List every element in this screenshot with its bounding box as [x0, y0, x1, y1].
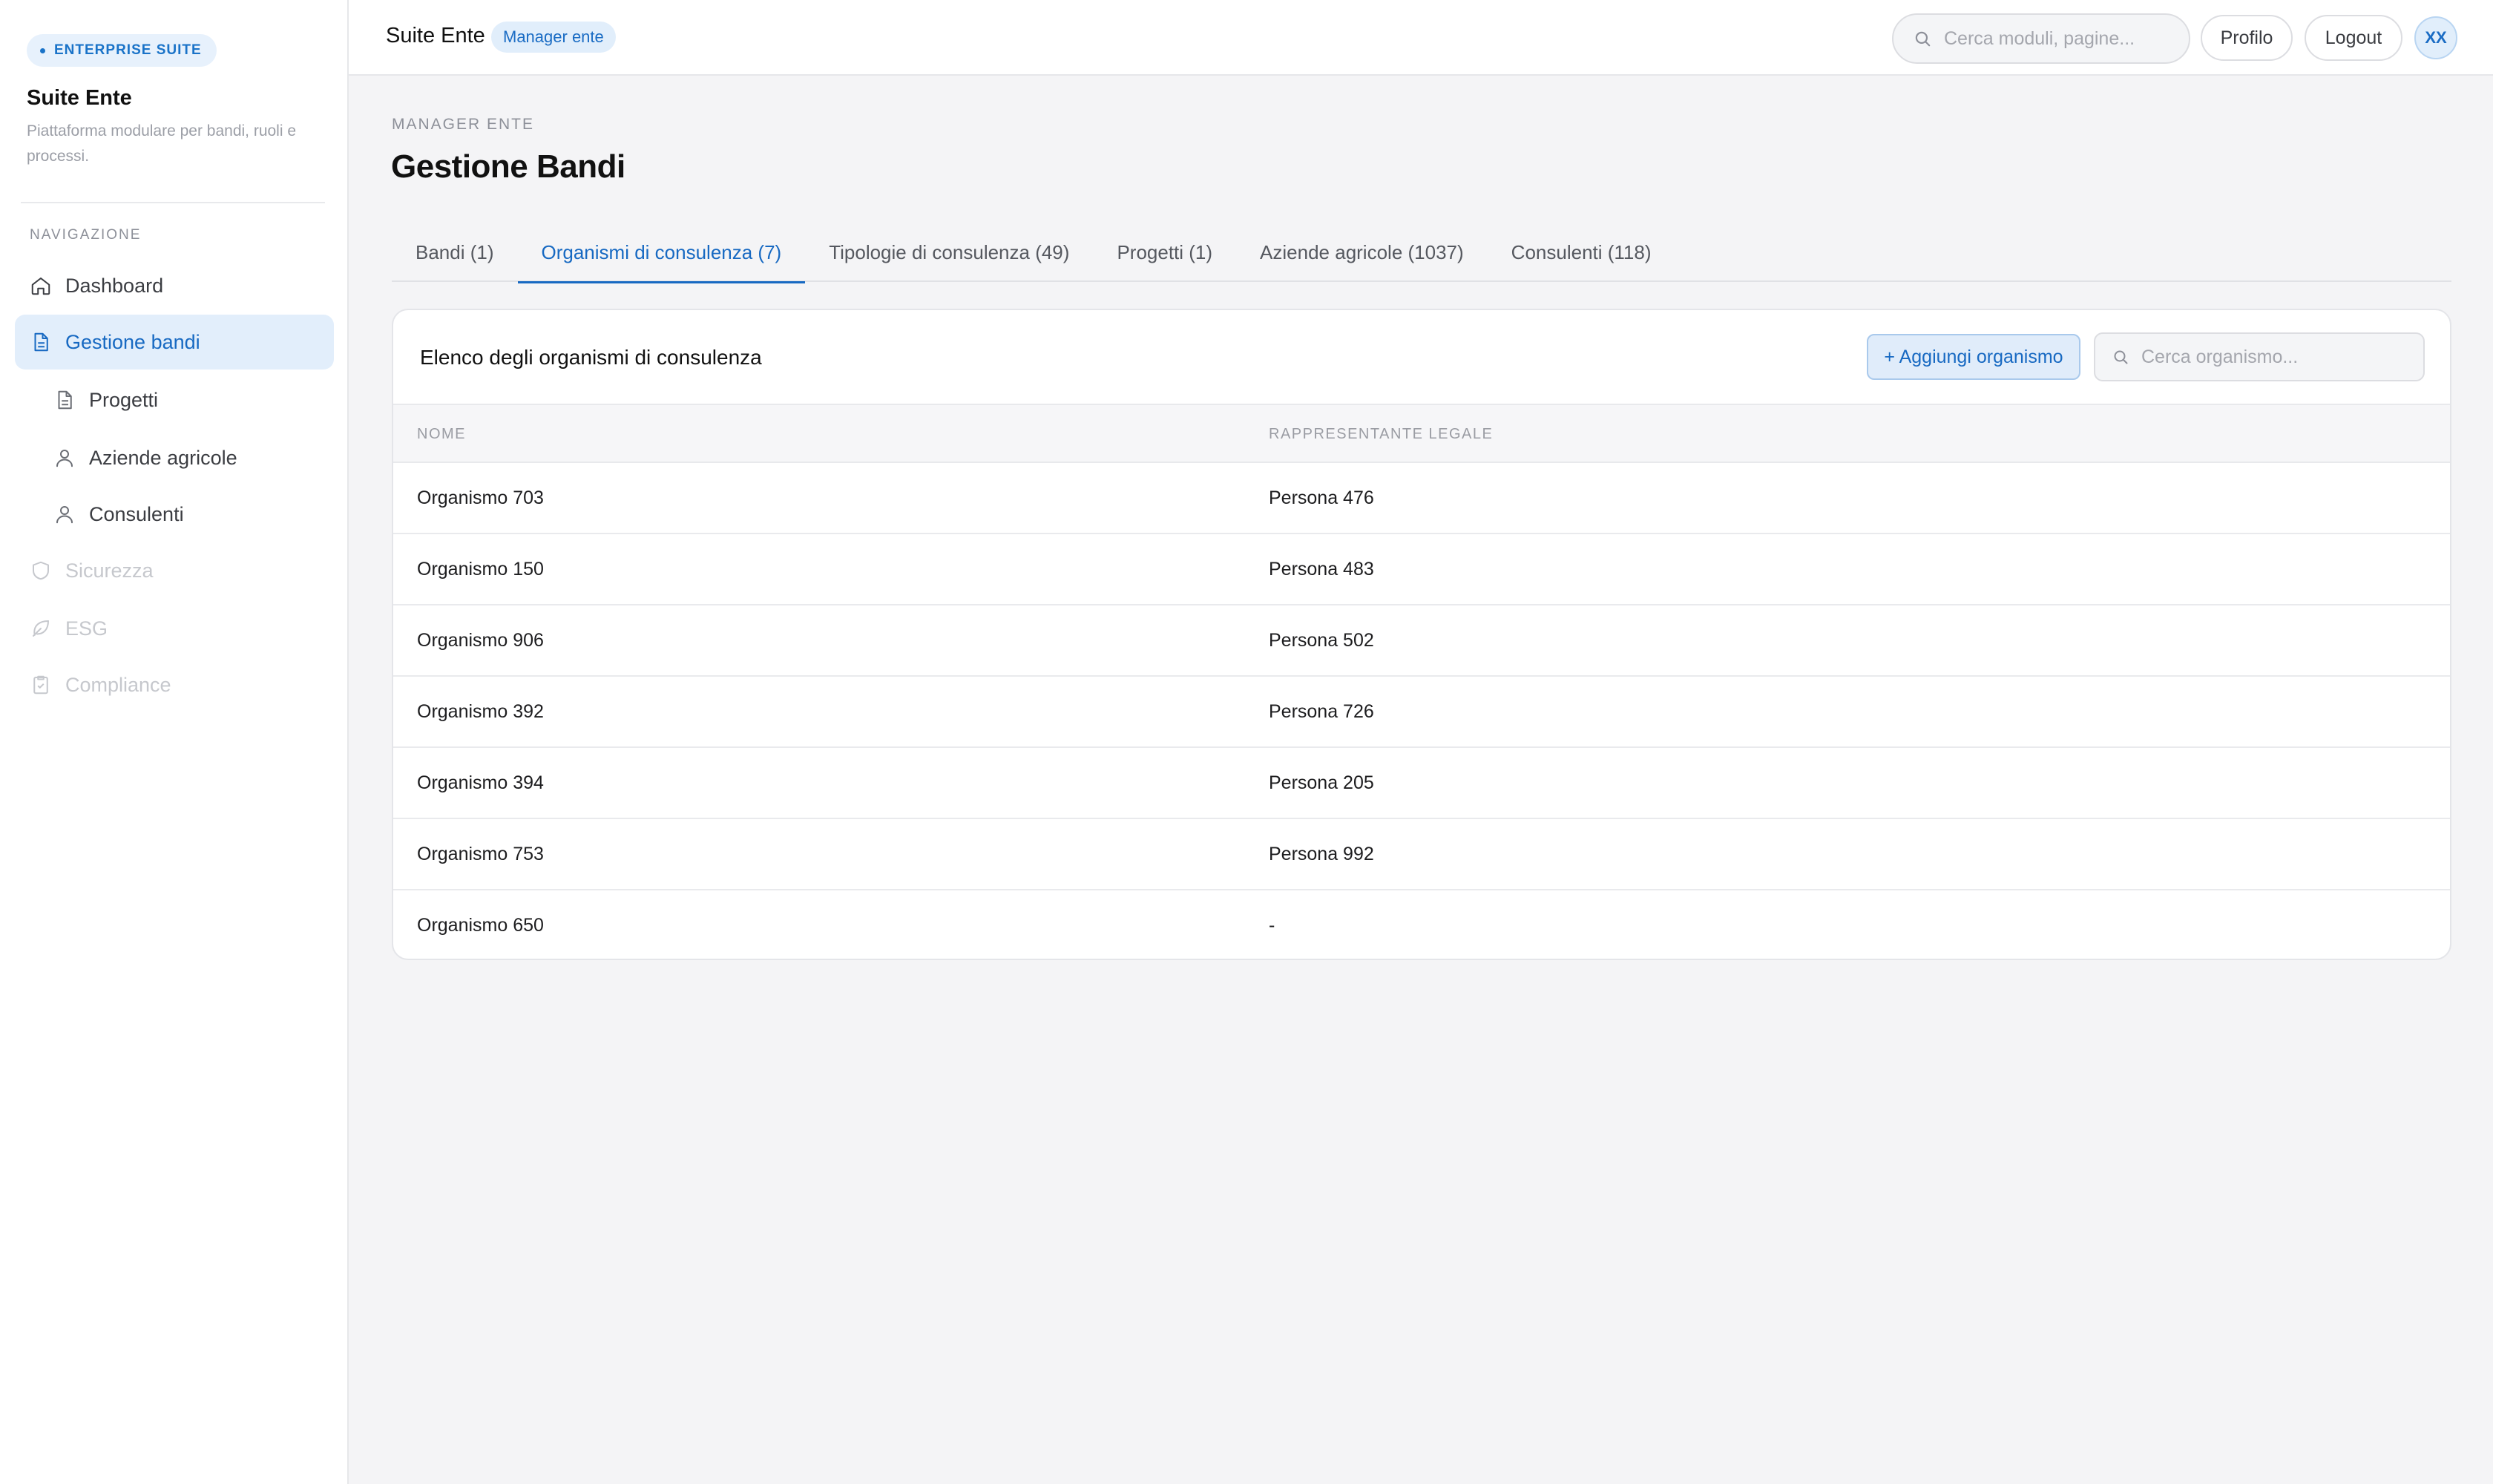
- sidebar-item-sicurezza: Sicurezza: [30, 543, 326, 598]
- table-row[interactable]: Organismo 703 Persona 476: [393, 463, 2450, 534]
- table-row[interactable]: Organismo 394 Persona 205: [393, 748, 2450, 819]
- suite-badge: ENTERPRISE SUITE: [27, 34, 217, 67]
- user-icon: [53, 503, 76, 525]
- cell-nome: Organismo 394: [417, 772, 544, 793]
- suite-badge-label: ENTERPRISE SUITE: [54, 42, 202, 58]
- table-row[interactable]: Organismo 150 Persona 483: [393, 534, 2450, 605]
- cell-rappresentante: -: [1269, 915, 1275, 936]
- cell-rappresentante: Persona 476: [1269, 487, 1374, 508]
- card-title: Elenco degli organismi di consulenza: [420, 346, 762, 369]
- logout-button[interactable]: Logout: [2305, 15, 2402, 61]
- badge-dot: [40, 47, 45, 53]
- profile-button[interactable]: Profilo: [2201, 15, 2293, 61]
- search-icon: [1913, 29, 1932, 48]
- search-icon: [2112, 348, 2129, 366]
- cell-rappresentante: Persona 483: [1269, 559, 1374, 580]
- cell-rappresentante: Persona 205: [1269, 772, 1374, 793]
- column-header-nome: NOME: [417, 426, 466, 442]
- sidebar-item-esg: ESG: [30, 601, 326, 656]
- table-header: NOME RAPPRESENTANTE LEGALE: [393, 404, 2450, 463]
- sidebar-item-label: Consulenti: [89, 502, 184, 525]
- page-eyebrow: MANAGER ENTE: [392, 116, 535, 133]
- sidebar: ENTERPRISE SUITE Suite Ente Piattaforma …: [0, 0, 349, 1484]
- sidebar-item-label: Dashboard: [65, 274, 164, 297]
- shield-icon: [30, 559, 52, 582]
- leaf-icon: [30, 617, 52, 640]
- card-header: Elenco degli organismi di consulenza + A…: [393, 310, 2450, 404]
- cell-rappresentante: Persona 502: [1269, 630, 1374, 651]
- user-icon: [53, 447, 76, 469]
- sidebar-item-label: Compliance: [65, 673, 171, 696]
- table-row[interactable]: Organismo 650 -: [393, 890, 2450, 959]
- brand-subtitle: Piattaforma modulare per bandi, ruoli e …: [27, 122, 297, 165]
- topbar-title: Suite Ente: [386, 24, 485, 47]
- tab-tipologie-di-consulenza[interactable]: Tipologie di consulenza (49): [805, 223, 1093, 282]
- organismo-search-input[interactable]: Cerca organismo...: [2094, 332, 2425, 381]
- cell-nome: Organismo 150: [417, 559, 544, 580]
- home-icon: [30, 275, 52, 297]
- tab-organismi-di-consulenza[interactable]: Organismi di consulenza (7): [517, 223, 806, 283]
- document-icon: [30, 331, 52, 353]
- sidebar-item-consulenti[interactable]: Consulenti: [53, 487, 321, 542]
- tab-bandi[interactable]: Bandi (1): [392, 223, 518, 282]
- table-row[interactable]: Organismo 392 Persona 726: [393, 677, 2450, 748]
- cell-nome: Organismo 906: [417, 630, 544, 651]
- document-icon: [53, 389, 76, 411]
- cell-nome: Organismo 392: [417, 701, 544, 722]
- table-row[interactable]: Organismo 753 Persona 992: [393, 819, 2450, 890]
- sidebar-item-aziende-agricole[interactable]: Aziende agricole: [53, 430, 321, 485]
- tab-aziende-agricole[interactable]: Aziende agricole (1037): [1236, 223, 1488, 282]
- tab-bar: Bandi (1) Organismi di consulenza (7) Ti…: [392, 223, 2451, 283]
- page-title: Gestione Bandi: [391, 148, 625, 185]
- role-badge: Manager ente: [491, 22, 616, 53]
- sidebar-item-label: Progetti: [89, 388, 159, 411]
- organismo-search-placeholder: Cerca organismo...: [2141, 346, 2299, 367]
- sidebar-item-label: Sicurezza: [65, 559, 154, 582]
- cell-nome: Organismo 753: [417, 844, 544, 864]
- table-body: Organismo 703 Persona 476 Organismo 150 …: [393, 463, 2450, 959]
- cell-rappresentante: Persona 992: [1269, 844, 1374, 864]
- organismi-card: Elenco degli organismi di consulenza + A…: [392, 309, 2451, 960]
- sidebar-divider: [21, 202, 325, 203]
- sidebar-item-compliance: Compliance: [30, 657, 326, 712]
- nav-caption: NAVIGAZIONE: [30, 227, 142, 243]
- clipboard-icon: [30, 674, 52, 696]
- sidebar-item-progetti[interactable]: Progetti: [53, 372, 321, 427]
- column-header-rappresentante-legale: RAPPRESENTANTE LEGALE: [1269, 426, 1494, 442]
- sidebar-item-label: ESG: [65, 617, 108, 640]
- sidebar-item-label: Gestione bandi: [65, 330, 200, 353]
- cell-rappresentante: Persona 726: [1269, 701, 1374, 722]
- brand-title: Suite Ente: [27, 86, 132, 110]
- topbar: Suite Ente Manager ente Cerca moduli, pa…: [349, 0, 2493, 76]
- global-search-placeholder: Cerca moduli, pagine...: [1944, 27, 2135, 49]
- global-search-input[interactable]: Cerca moduli, pagine...: [1892, 13, 2190, 64]
- sidebar-item-gestione-bandi[interactable]: Gestione bandi: [15, 315, 334, 370]
- cell-nome: Organismo 703: [417, 487, 544, 508]
- sidebar-item-label: Aziende agricole: [89, 446, 237, 469]
- sidebar-item-dashboard[interactable]: Dashboard: [30, 258, 326, 313]
- table-row[interactable]: Organismo 906 Persona 502: [393, 605, 2450, 677]
- avatar[interactable]: XX: [2414, 16, 2457, 59]
- add-organismo-button[interactable]: + Aggiungi organismo: [1867, 334, 2080, 380]
- cell-nome: Organismo 650: [417, 915, 544, 936]
- tab-consulenti[interactable]: Consulenti (118): [1488, 223, 1675, 282]
- tab-progetti[interactable]: Progetti (1): [1093, 223, 1236, 282]
